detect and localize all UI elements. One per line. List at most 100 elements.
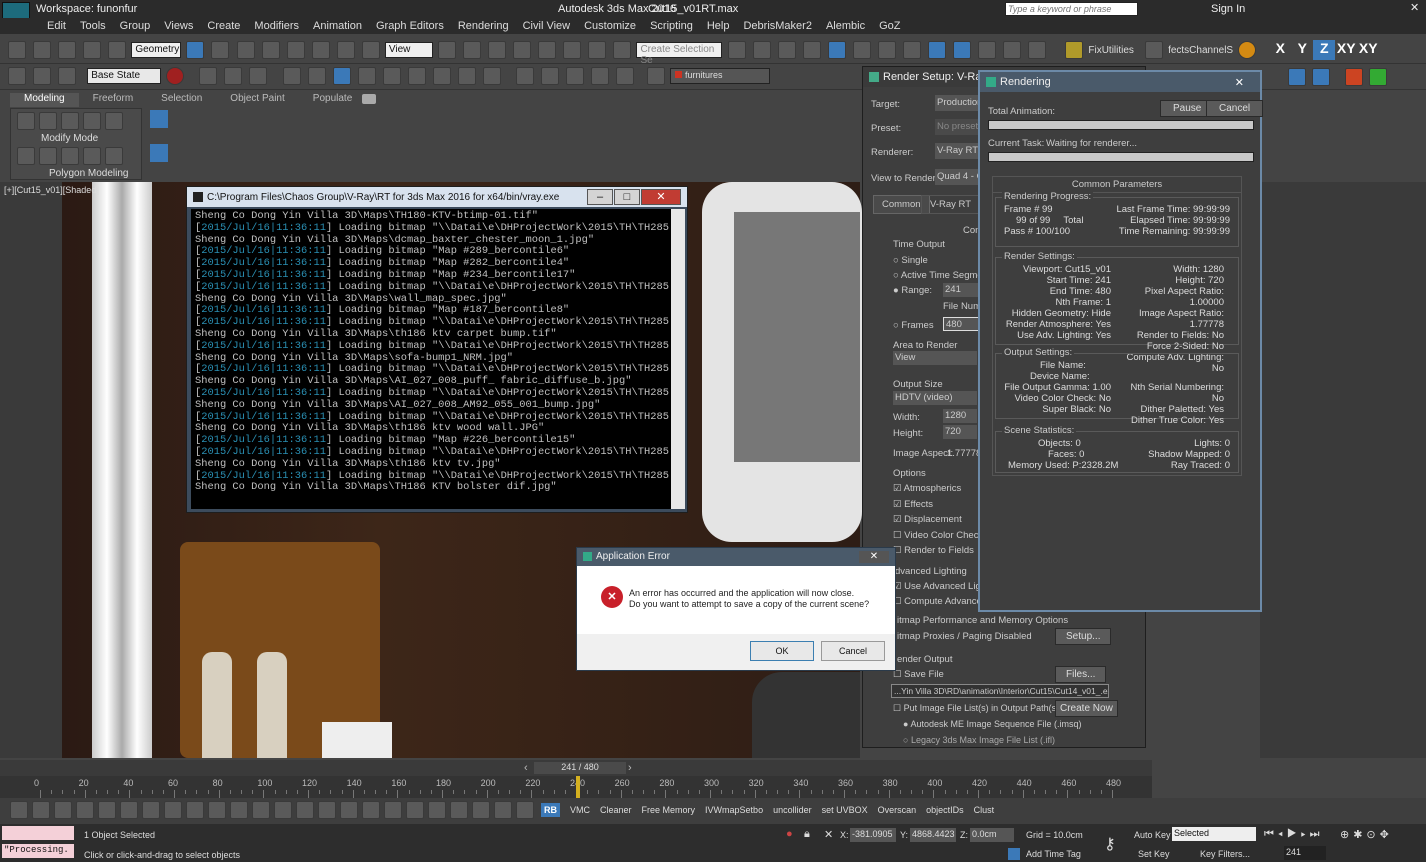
frames-field[interactable]: 480: [943, 317, 979, 331]
menu-item-views[interactable]: Views: [157, 20, 200, 32]
bottom-tool-set-uvbox[interactable]: set UVBOX: [822, 805, 868, 815]
ribbon-tab-populate[interactable]: Populate: [299, 93, 366, 107]
ribbon-tab-object-paint[interactable]: Object Paint: [216, 93, 298, 107]
bottom-tool-icon[interactable]: [120, 801, 138, 819]
key-prev-icon[interactable]: [591, 67, 610, 85]
select-object-icon[interactable]: [186, 41, 205, 59]
close-icon[interactable]: ✕: [641, 189, 681, 205]
menu-item-edit[interactable]: Edit: [40, 20, 73, 32]
legacy-ifl-radio[interactable]: ○ Legacy 3ds Max Image File List (.ifl): [903, 735, 1055, 745]
console-scrollbar[interactable]: [671, 209, 685, 509]
key-icon[interactable]: ⚷: [1104, 834, 1116, 854]
menu-item-rendering[interactable]: Rendering: [451, 20, 516, 32]
menu-item-tools[interactable]: Tools: [73, 20, 113, 32]
target-dropdown[interactable]: Production: [935, 95, 983, 111]
border-icon[interactable]: [61, 147, 79, 165]
option-check-atmospherics[interactable]: ☑ Atmospherics: [893, 481, 983, 497]
magnet-red-icon[interactable]: [1345, 68, 1363, 86]
minimize-icon[interactable]: –: [587, 189, 613, 205]
ribbon-tab-freeform[interactable]: Freeform: [79, 93, 148, 107]
timeline-ruler[interactable]: 0204060801001201401601802002202402602803…: [0, 776, 1152, 798]
menu-item-graph-editors[interactable]: Graph Editors: [369, 20, 451, 32]
rendered-frame-icon[interactable]: [928, 41, 946, 59]
pivot-center-icon[interactable]: [437, 41, 456, 59]
key-next-icon[interactable]: [616, 67, 635, 85]
state-sets-icon[interactable]: [33, 67, 52, 85]
bottom-tool-icon[interactable]: [76, 801, 94, 819]
axis-constraint-xy-3[interactable]: XY: [1335, 40, 1357, 60]
search-input[interactable]: [1005, 2, 1138, 16]
maxscript-listener[interactable]: "Processing.: [2, 844, 74, 858]
auto-key-button[interactable]: Auto Key: [1134, 830, 1171, 840]
pin-status-icon[interactable]: ●: [786, 828, 793, 840]
menu-item-customize[interactable]: Customize: [577, 20, 643, 32]
grid-view-icon[interactable]: [1312, 68, 1330, 86]
teapot-icon[interactable]: [58, 67, 77, 85]
axis-constraint-icon[interactable]: [483, 67, 501, 85]
spinner-snap-icon[interactable]: [588, 41, 607, 59]
option-check-video-color-check[interactable]: ☐ Video Color Check: [893, 528, 983, 544]
prev-frame-arrow[interactable]: ‹: [524, 762, 528, 774]
bottom-tool-icon[interactable]: [296, 801, 314, 819]
edit-named-sel-icon[interactable]: [613, 41, 632, 59]
elem-icon[interactable]: [105, 147, 123, 165]
menu-item-debrismaker2[interactable]: DebrisMaker2: [736, 20, 818, 32]
radiation-icon[interactable]: [1238, 41, 1257, 59]
element-icon[interactable]: [105, 112, 123, 130]
bottom-tool-icon[interactable]: [362, 801, 380, 819]
preset-dropdown[interactable]: No preset: [935, 119, 983, 135]
select-by-name-icon[interactable]: [211, 41, 230, 59]
bottom-tool-icon[interactable]: [208, 801, 226, 819]
menu-item-group[interactable]: Group: [113, 20, 158, 32]
bottom-tool-rb[interactable]: RB: [541, 803, 560, 817]
bottom-tool-icon[interactable]: [428, 801, 446, 819]
ribbon-toggle-icon[interactable]: [802, 41, 821, 59]
edge-snap-icon[interactable]: [332, 67, 351, 85]
tangent-snap-icon[interactable]: [457, 67, 476, 85]
use-adv-light-check[interactable]: ☑ Use Advanced Light: [893, 581, 989, 592]
rendering-window[interactable]: Rendering ✕ Total Animation: Pause Cance…: [978, 70, 1264, 612]
close-icon[interactable]: ✕: [1235, 76, 1254, 89]
option-check-effects[interactable]: ☑ Effects: [893, 497, 983, 513]
polygon-modeling-label[interactable]: Polygon Modeling: [11, 168, 141, 179]
close-icon[interactable]: ✕: [859, 551, 889, 563]
ref-coord-dropdown[interactable]: View: [384, 42, 433, 58]
set-key-button[interactable]: Set Key: [1138, 849, 1170, 859]
pin-icon[interactable]: [150, 110, 168, 128]
bottom-tool-icon[interactable]: [406, 801, 424, 819]
teapot-render-icon[interactable]: [978, 41, 997, 59]
bind-space-warp-icon[interactable]: [108, 41, 127, 59]
menu-item-animation[interactable]: Animation: [306, 20, 369, 32]
axis-constraint-y-1[interactable]: Y: [1291, 40, 1313, 60]
bottom-tool-clust[interactable]: Clust: [974, 805, 995, 815]
vertex-snap-icon[interactable]: [307, 67, 326, 85]
vertex-icon[interactable]: [17, 147, 35, 165]
menu-item-scripting[interactable]: Scripting: [643, 20, 700, 32]
snap-toggle-icon[interactable]: [513, 41, 532, 59]
frames-radio[interactable]: ○ Frames: [893, 320, 934, 331]
curve-editor-icon[interactable]: [827, 41, 846, 59]
effects-channel-icon[interactable]: [1145, 41, 1163, 59]
redo-icon[interactable]: [33, 41, 52, 59]
output-size-dropdown[interactable]: HDTV (video): [893, 391, 977, 405]
time-slider[interactable]: ‹ 241 / 480 ›: [0, 760, 1152, 776]
area-dropdown[interactable]: View: [893, 351, 977, 365]
named-selection-dropdown[interactable]: Create Selection Se: [636, 42, 723, 66]
bottom-tool-icon[interactable]: [384, 801, 402, 819]
record-icon[interactable]: [166, 67, 185, 85]
lock-icon[interactable]: 🔒︎: [804, 828, 810, 841]
put-image-check[interactable]: ☐ Put Image File List(s) in Output Path(…: [893, 703, 1059, 714]
move-icon[interactable]: [286, 41, 305, 59]
frame-display[interactable]: 241 / 480: [534, 762, 626, 774]
bottom-tool-icon[interactable]: [164, 801, 182, 819]
poly-icon[interactable]: [83, 147, 101, 165]
mirror-icon[interactable]: [727, 41, 746, 59]
workspace-selector[interactable]: Workspace: funonfur: [36, 3, 137, 15]
bottom-tool-icon[interactable]: [186, 801, 204, 819]
files-button[interactable]: Files...: [1055, 666, 1107, 683]
render-setup-icon[interactable]: [902, 41, 921, 59]
bottom-tool-icon[interactable]: [10, 801, 28, 819]
bottom-tool-icon[interactable]: [274, 801, 292, 819]
select-manipulate-icon[interactable]: [463, 41, 481, 59]
tab-vray-rt[interactable]: V-Ray RT: [921, 195, 981, 214]
